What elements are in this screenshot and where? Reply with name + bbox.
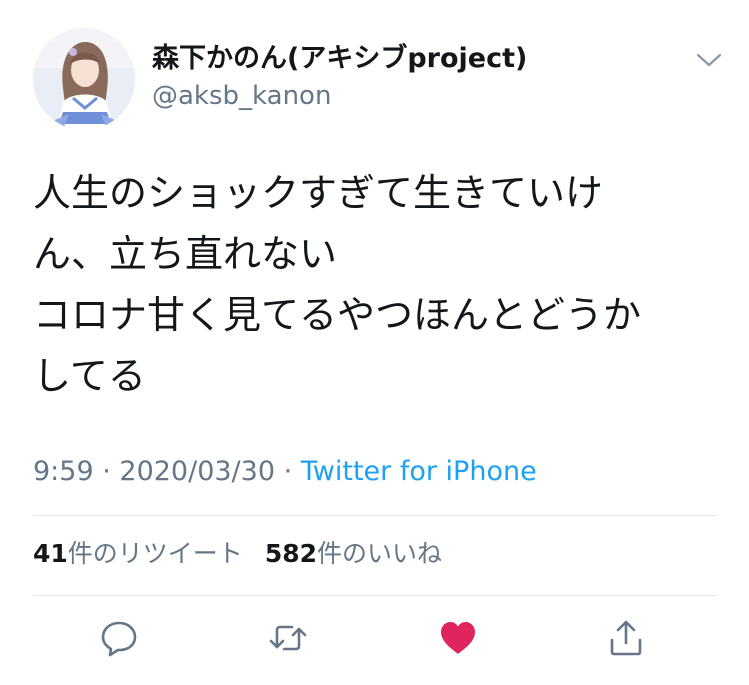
tweet-text-line: コロナ甘く見てるやつほんとどうか xyxy=(33,293,642,337)
share-icon xyxy=(610,620,642,656)
reply-button[interactable] xyxy=(99,618,139,658)
tweet-text-line: してる xyxy=(33,354,146,398)
chevron-down-icon[interactable] xyxy=(694,48,724,72)
divider xyxy=(33,595,717,596)
avatar[interactable] xyxy=(33,28,135,130)
tweet-text-line: ん、立ち直れない xyxy=(33,232,338,276)
tweet-date[interactable]: 2020/03/30 xyxy=(119,456,275,487)
tweet-text-line: 人生のショックすぎて生きていけ xyxy=(33,171,604,215)
heart-icon xyxy=(441,622,475,654)
meta-separator: · xyxy=(93,456,120,487)
reply-icon xyxy=(101,621,137,657)
avatar-photo xyxy=(33,28,135,130)
like-button[interactable] xyxy=(438,618,478,658)
retweet-button[interactable] xyxy=(268,618,308,658)
meta-separator: · xyxy=(275,456,301,487)
likes-label: 件のいいね xyxy=(317,539,443,568)
tweet-time[interactable]: 9:59 xyxy=(33,456,94,487)
retweet-icon xyxy=(269,625,307,651)
tweet-text: 人生のショックすぎて生きていけ ん、立ち直れない コロナ甘く見てるやつほんとどう… xyxy=(33,163,723,407)
tweet-meta: 9:59 · 2020/03/30 · Twitter for iPhone xyxy=(33,454,537,490)
share-button[interactable] xyxy=(606,618,646,658)
likes-count: 582 xyxy=(264,539,317,568)
tweet-source-link[interactable]: Twitter for iPhone xyxy=(301,456,537,487)
retweets-count: 41 xyxy=(33,539,68,568)
divider xyxy=(33,515,717,516)
user-handle[interactable]: @aksb_kanon xyxy=(152,80,331,112)
engagement-stats: 41件のリツイート 582件のいいね xyxy=(33,537,442,571)
likes-stat[interactable]: 582件のいいね xyxy=(265,539,442,568)
retweets-label: 件のリツイート xyxy=(67,539,243,568)
retweets-stat[interactable]: 41件のリツイート xyxy=(33,539,243,568)
display-name[interactable]: 森下かのん(アキシブproject) xyxy=(152,42,527,76)
